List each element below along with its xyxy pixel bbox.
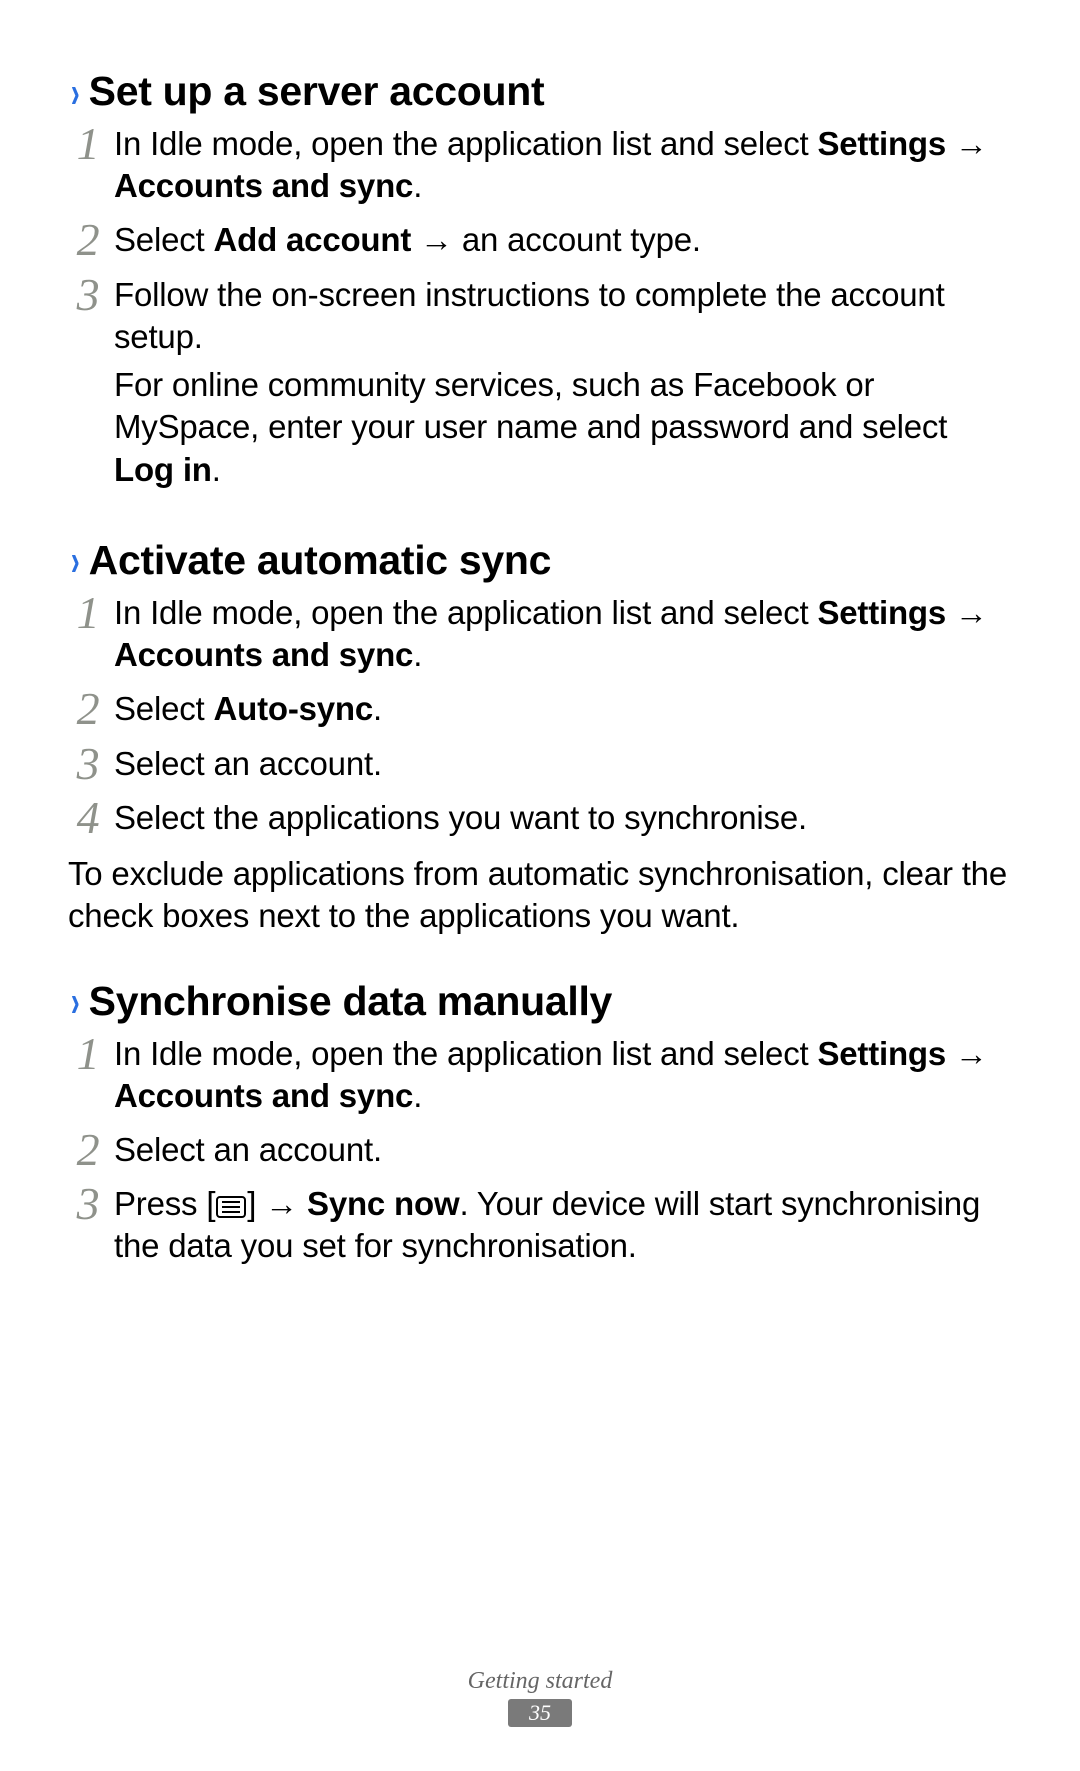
text-run: . bbox=[413, 636, 422, 673]
section-heading: ›Set up a server account bbox=[68, 68, 1012, 115]
text-run: In Idle mode, open the application list … bbox=[114, 594, 817, 631]
manual-page: ›Set up a server accountIn Idle mode, op… bbox=[0, 0, 1080, 1771]
bold-text: Settings bbox=[817, 594, 946, 631]
text-run: Follow the on-screen instructions to com… bbox=[114, 276, 945, 355]
section-title: Set up a server account bbox=[89, 68, 545, 115]
section: ›Synchronise data manually In Idle mode, … bbox=[68, 978, 1012, 1274]
bold-text: Settings bbox=[817, 1035, 946, 1072]
step-item: Press [] → Sync now. Your device will st… bbox=[68, 1177, 1012, 1273]
text-run: . bbox=[373, 690, 382, 727]
text-run: In Idle mode, open the application list … bbox=[114, 1035, 817, 1072]
section-note: To exclude applications from automatic s… bbox=[68, 853, 1012, 937]
step-item: In Idle mode, open the application list … bbox=[68, 586, 1012, 682]
step-extra-text: For online community services, such as F… bbox=[114, 364, 1012, 491]
step-list: In Idle mode, open the application list … bbox=[68, 117, 1012, 497]
menu-icon bbox=[216, 1196, 246, 1218]
text-run: . bbox=[212, 451, 221, 488]
step-list: In Idle mode, open the application list … bbox=[68, 1027, 1012, 1274]
bold-text: Accounts and sync bbox=[114, 167, 413, 204]
text-run: → bbox=[946, 125, 988, 162]
bold-text: Auto-sync bbox=[214, 690, 374, 727]
step-item: Select an account. bbox=[68, 737, 1012, 791]
section-title: Activate automatic sync bbox=[89, 537, 552, 584]
text-run: In Idle mode, open the application list … bbox=[114, 125, 817, 162]
chevron-icon: › bbox=[71, 980, 80, 1024]
text-run: → an account type. bbox=[411, 221, 701, 258]
text-run: ] → bbox=[247, 1185, 307, 1222]
text-run: Select bbox=[114, 221, 214, 258]
step-item: In Idle mode, open the application list … bbox=[68, 1027, 1012, 1123]
bold-text: Accounts and sync bbox=[114, 1077, 413, 1114]
step-item: Follow the on-screen instructions to com… bbox=[68, 268, 1012, 497]
page-footer: Getting started 35 bbox=[0, 1668, 1080, 1727]
text-run: Select an account. bbox=[114, 1131, 382, 1168]
text-run: Press [ bbox=[114, 1185, 215, 1222]
text-run: Select the applications you want to sync… bbox=[114, 799, 807, 836]
bold-text: Log in bbox=[114, 451, 212, 488]
text-run: Select an account. bbox=[114, 745, 382, 782]
chevron-icon: › bbox=[71, 539, 80, 583]
step-item: Select the applications you want to sync… bbox=[68, 791, 1012, 845]
text-run: For online community services, such as F… bbox=[114, 366, 947, 445]
footer-chapter: Getting started bbox=[0, 1668, 1080, 1695]
section-heading: ›Synchronise data manually bbox=[68, 978, 1012, 1025]
text-run: → bbox=[946, 1035, 988, 1072]
bold-text: Add account bbox=[214, 221, 412, 258]
bold-text: Settings bbox=[817, 125, 946, 162]
section: ›Set up a server account In Idle mode, op… bbox=[68, 68, 1012, 497]
step-item: Select Add account → an account type. bbox=[68, 213, 1012, 267]
bold-text: Accounts and sync bbox=[114, 636, 413, 673]
text-run: Select bbox=[114, 690, 214, 727]
section-heading: ›Activate automatic sync bbox=[68, 537, 1012, 584]
bold-text: Sync now bbox=[307, 1185, 459, 1222]
step-item: Select an account. bbox=[68, 1123, 1012, 1177]
section: ›Activate automatic sync In Idle mode, op… bbox=[68, 537, 1012, 938]
step-item: Select Auto-sync. bbox=[68, 682, 1012, 736]
page-number-badge: 35 bbox=[508, 1699, 572, 1727]
text-run: . bbox=[413, 167, 422, 204]
text-run: . bbox=[413, 1077, 422, 1114]
step-list: In Idle mode, open the application list … bbox=[68, 586, 1012, 845]
step-item: In Idle mode, open the application list … bbox=[68, 117, 1012, 213]
section-title: Synchronise data manually bbox=[89, 978, 612, 1025]
text-run: → bbox=[946, 594, 988, 631]
chevron-icon: › bbox=[71, 71, 80, 115]
